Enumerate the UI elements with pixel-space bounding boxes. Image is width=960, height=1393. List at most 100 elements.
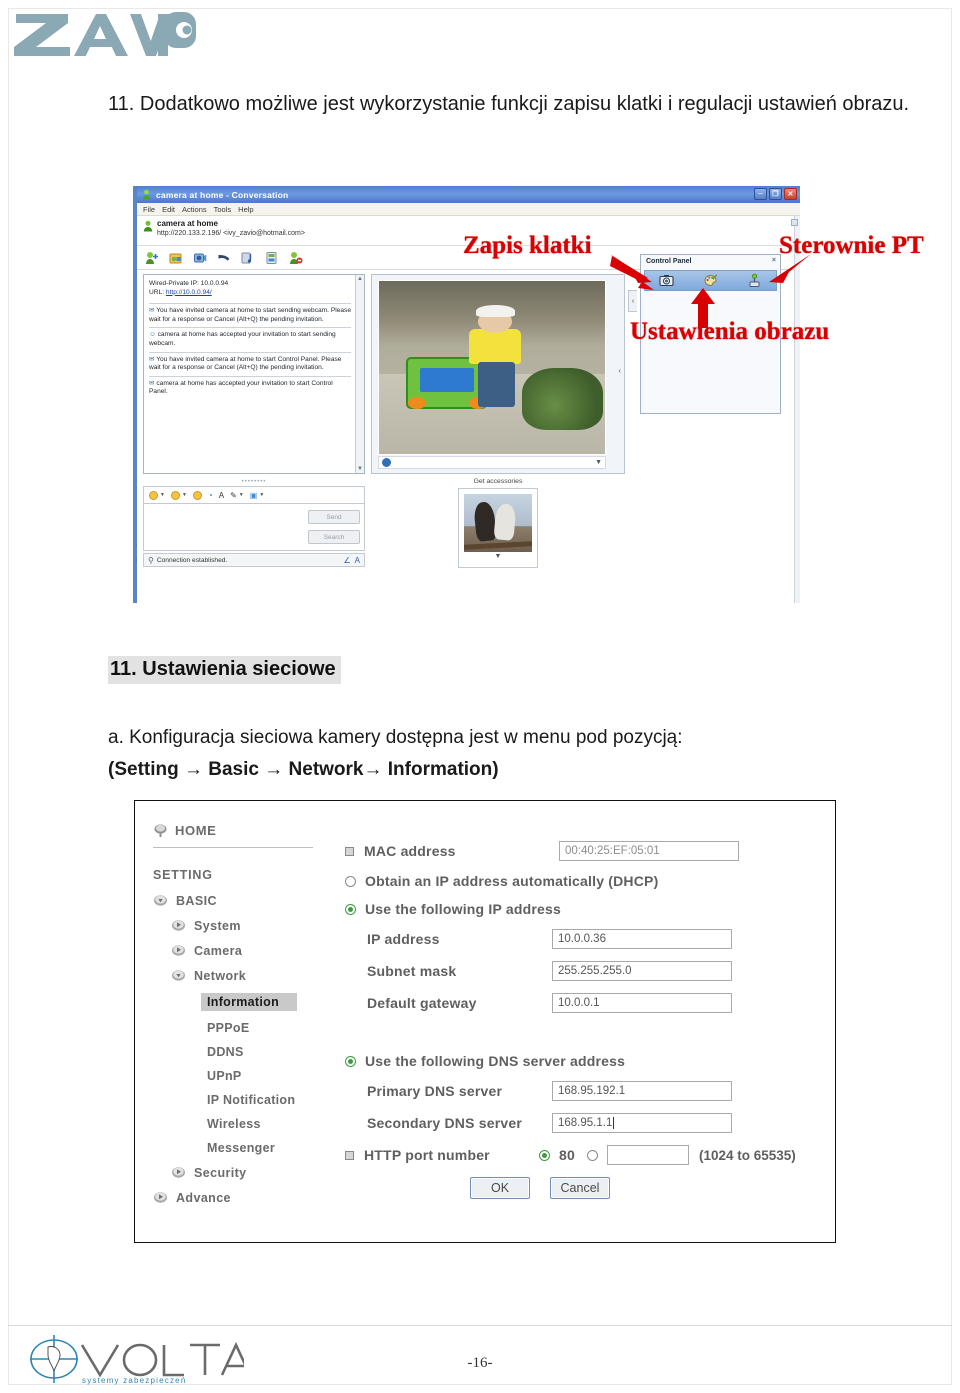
sidebar-item-system[interactable]: System (153, 918, 333, 933)
ink-pen-icon[interactable]: ✎ (230, 491, 237, 500)
conversation-scrollbar[interactable]: ▲ ▼ (355, 275, 364, 473)
compose-format-toolbar[interactable]: ▼ ▼ ◔ A ✎ ▼ ▣ ▼ (143, 486, 365, 503)
menu-item-help[interactable]: Help (238, 205, 253, 214)
sidebar-item-camera[interactable]: Camera (153, 943, 333, 958)
video-source-icon[interactable] (382, 458, 391, 467)
http-port-custom-radio[interactable] (586, 1149, 598, 1161)
static-ip-radio[interactable] (345, 903, 356, 915)
form-buttons[interactable]: OK Cancel (470, 1177, 835, 1199)
scroll-up-arrow-icon[interactable]: ▲ (357, 276, 363, 282)
annotation-save-frame: Zapis klatki (463, 232, 592, 259)
send-file-icon[interactable] (169, 251, 183, 265)
http-port-default-radio[interactable] (539, 1149, 550, 1161)
conversation-pane[interactable]: Wired-Private IP: 10.0.0.94 URL: http://… (143, 274, 365, 474)
webcam-icon[interactable] (193, 251, 207, 265)
sidebar-item-ddns[interactable]: DDNS (207, 1045, 333, 1059)
ip-address-row: IP address 10.0.0.36 (345, 929, 835, 949)
invite-someone-icon[interactable] (145, 251, 159, 265)
sidebar-item-network[interactable]: Network (153, 968, 333, 983)
dhcp-radio[interactable] (345, 875, 356, 887)
mac-address-field: 00:40:25:EF:05:01 (559, 841, 739, 861)
secondary-dns-row: Secondary DNS server 168.95.1.1 (345, 1113, 835, 1133)
wink-icon[interactable] (170, 490, 180, 500)
sidebar-item-security[interactable]: Security (153, 1165, 333, 1180)
maximize-button[interactable]: ❐ (769, 188, 782, 200)
zavio-logo (8, 6, 198, 62)
close-button[interactable]: ✕ (784, 188, 797, 200)
secondary-dns-field[interactable]: 168.95.1.1 (552, 1113, 732, 1133)
primary-dns-field[interactable]: 168.95.192.1 (552, 1081, 732, 1101)
voice-clip-icon[interactable]: ◔ (208, 491, 213, 500)
contact-avatar-icon (142, 220, 154, 232)
sidebar-item-basic[interactable]: BASIC (153, 893, 333, 908)
dhcp-radio-row[interactable]: Obtain an IP address automatically (DHCP… (345, 873, 835, 889)
primary-dns-row: Primary DNS server 168.95.192.1 (345, 1081, 835, 1101)
sidebar-item-information[interactable]: Information (201, 993, 298, 1011)
conversation-message-text: You have invited camera at home to start… (149, 355, 342, 372)
disc-right-icon (153, 1190, 168, 1205)
music-share-icon[interactable] (241, 251, 255, 265)
color-palette-icon[interactable] (703, 273, 718, 288)
window-controls[interactable]: ─ ❐ ✕ (754, 188, 797, 200)
http-port-custom-field[interactable] (606, 1145, 689, 1165)
sidebar-item-wireless[interactable]: Wireless (207, 1117, 333, 1131)
font-style-icon[interactable]: A (219, 491, 224, 500)
send-button[interactable]: Send (308, 510, 360, 524)
dns-radio-row[interactable]: Use the following DNS server address (345, 1053, 835, 1069)
activity-icon[interactable] (265, 251, 279, 265)
messenger-menubar[interactable]: File Edit Actions Tools Help (137, 203, 800, 216)
sidebar-item-upnp[interactable]: UPnP (207, 1069, 333, 1083)
sidebar-item-messenger[interactable]: Messenger (207, 1141, 333, 1155)
webcam-video-pane: ‹ ▼ (371, 274, 625, 474)
pane-splitter[interactable]: •••••••• (143, 478, 365, 485)
menu-item-file[interactable]: File (143, 205, 155, 214)
display-picture-caret-icon[interactable]: ▼ (463, 553, 533, 560)
video-options-caret-icon[interactable]: ▼ (595, 459, 602, 466)
sidebar-toggle-icon[interactable] (791, 219, 798, 226)
static-ip-radio-row[interactable]: Use the following IP address (345, 901, 835, 917)
video-toolbar[interactable]: ▼ (378, 456, 606, 469)
minimize-button[interactable]: ─ (754, 188, 767, 200)
handwriting-icon[interactable]: ∠ (343, 556, 350, 565)
display-picture-box[interactable]: ▼ (458, 488, 538, 568)
sidebar-item-pppoe[interactable]: PPPoE (207, 1021, 333, 1035)
dns-radio[interactable] (345, 1055, 356, 1067)
emoticon-icon[interactable] (149, 490, 158, 500)
menu-item-actions[interactable]: Actions (182, 205, 207, 214)
subnet-mask-field[interactable]: 255.255.255.0 (552, 961, 732, 981)
conv-url-link[interactable]: http://10.0.0.94/ (166, 289, 212, 296)
background-caret-icon[interactable]: ▼ (259, 492, 264, 498)
text-mode-icon[interactable]: A (355, 556, 360, 565)
default-gateway-field[interactable]: 10.0.0.1 (552, 993, 732, 1013)
nudge-icon[interactable] (192, 490, 202, 500)
message-input[interactable]: Send Search (143, 503, 365, 551)
video-collapse-arrow-icon[interactable]: ‹ (618, 366, 621, 375)
disc-right-icon (171, 1165, 186, 1180)
cancel-button[interactable]: Cancel (550, 1177, 610, 1199)
voice-call-icon[interactable] (217, 251, 231, 265)
sidebar-item-home[interactable]: HOME (153, 823, 333, 838)
ip-address-field[interactable]: 10.0.0.36 (552, 929, 732, 949)
scroll-down-arrow-icon[interactable]: ▼ (357, 466, 363, 472)
sidebar-network-label: Network (194, 968, 247, 983)
ok-button[interactable]: OK (470, 1177, 530, 1199)
menu-item-tools[interactable]: Tools (214, 205, 232, 214)
sidebar-item-ip-notification[interactable]: IP Notification (207, 1093, 333, 1107)
footer-divider (8, 1325, 952, 1326)
get-accessories-panel[interactable]: Get accessories ▼ (443, 478, 553, 568)
sidebar-item-advance[interactable]: Advance (153, 1190, 333, 1205)
settings-sidebar[interactable]: HOME SETTING BASIC System Camera Network… (135, 801, 333, 1242)
wink-caret-icon[interactable]: ▼ (182, 492, 187, 498)
menu-item-edit[interactable]: Edit (162, 205, 175, 214)
get-accessories-label: Get accessories (473, 478, 523, 485)
subnet-mask-row: Subnet mask 255.255.255.0 (345, 961, 835, 981)
http-port-row: HTTP port number 80 (1024 to 65535) (345, 1145, 835, 1165)
section-paragraph-text: a. Konfiguracja sieciowa kamery dostępna… (108, 727, 683, 748)
emoticon-caret-icon[interactable]: ▼ (160, 492, 165, 498)
background-icon[interactable]: ▣ (250, 491, 258, 500)
ink-caret-icon[interactable]: ▼ (239, 492, 244, 498)
search-button[interactable]: Search (308, 530, 360, 544)
http-port-default-label: 80 (559, 1147, 575, 1163)
block-contact-icon[interactable] (289, 251, 303, 265)
status-icon: ⚲ (148, 555, 154, 565)
